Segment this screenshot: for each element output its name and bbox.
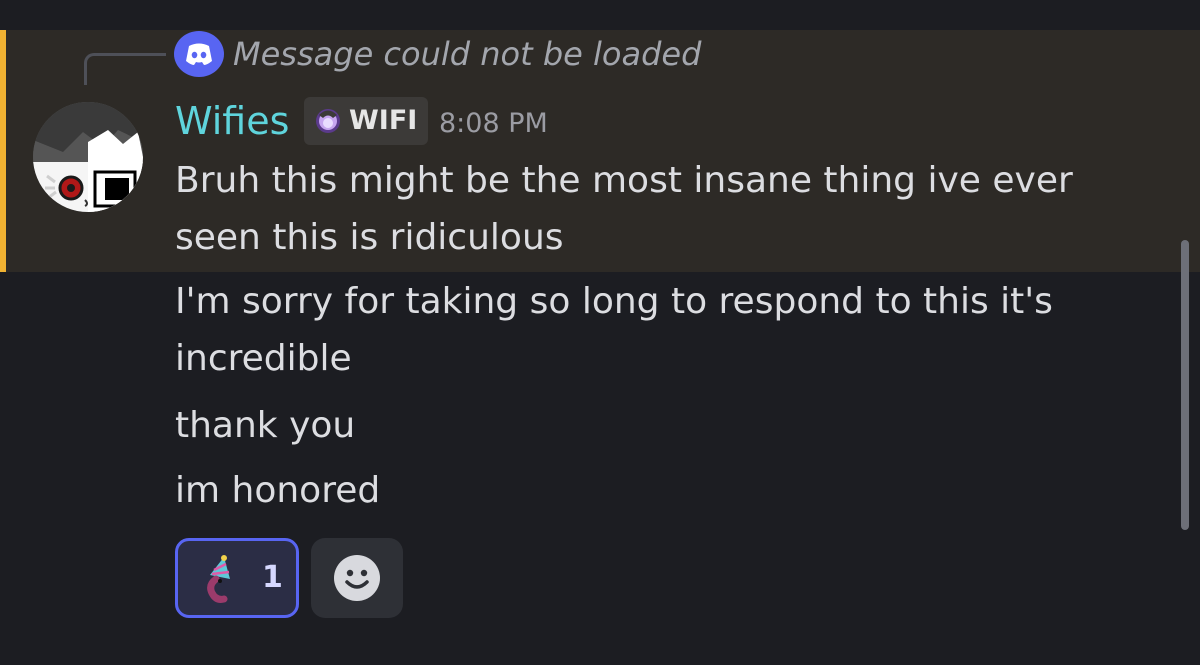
previous-message-edge [0, 0, 1200, 30]
reply-preview-text[interactable]: Message could not be loaded [233, 31, 701, 77]
author-name[interactable]: Wifies [175, 96, 289, 146]
party-hat-worm-emoji [207, 555, 230, 603]
scrollbar-thumb[interactable] [1181, 240, 1189, 530]
chat-view: Message could not be loaded Wifies WIFI … [0, 0, 1200, 665]
add-reaction-button[interactable] [311, 538, 403, 618]
smiley-icon [334, 555, 380, 601]
discord-icon[interactable] [174, 31, 224, 77]
reply-connector-line [84, 53, 166, 85]
message-line: seen this is ridiculous [175, 217, 564, 258]
reaction-count: 1 [262, 560, 283, 595]
message-timestamp[interactable]: 8:08 PM [439, 104, 548, 144]
guild-tag-badge[interactable]: WIFI [304, 97, 428, 145]
avatar[interactable] [33, 102, 143, 212]
message-line: incredible [175, 338, 352, 379]
tag-label: WIFI [349, 105, 418, 136]
reaction-button[interactable]: 1 [175, 538, 299, 618]
message-line: im honored [175, 470, 381, 511]
message-line: Bruh this might be the most insane thing… [175, 160, 1073, 201]
wifi-tag-icon [316, 109, 340, 133]
message-line: thank you [175, 405, 356, 446]
message-line: I'm sorry for taking so long to respond … [175, 281, 1053, 322]
mention-highlight-bar [0, 30, 6, 272]
